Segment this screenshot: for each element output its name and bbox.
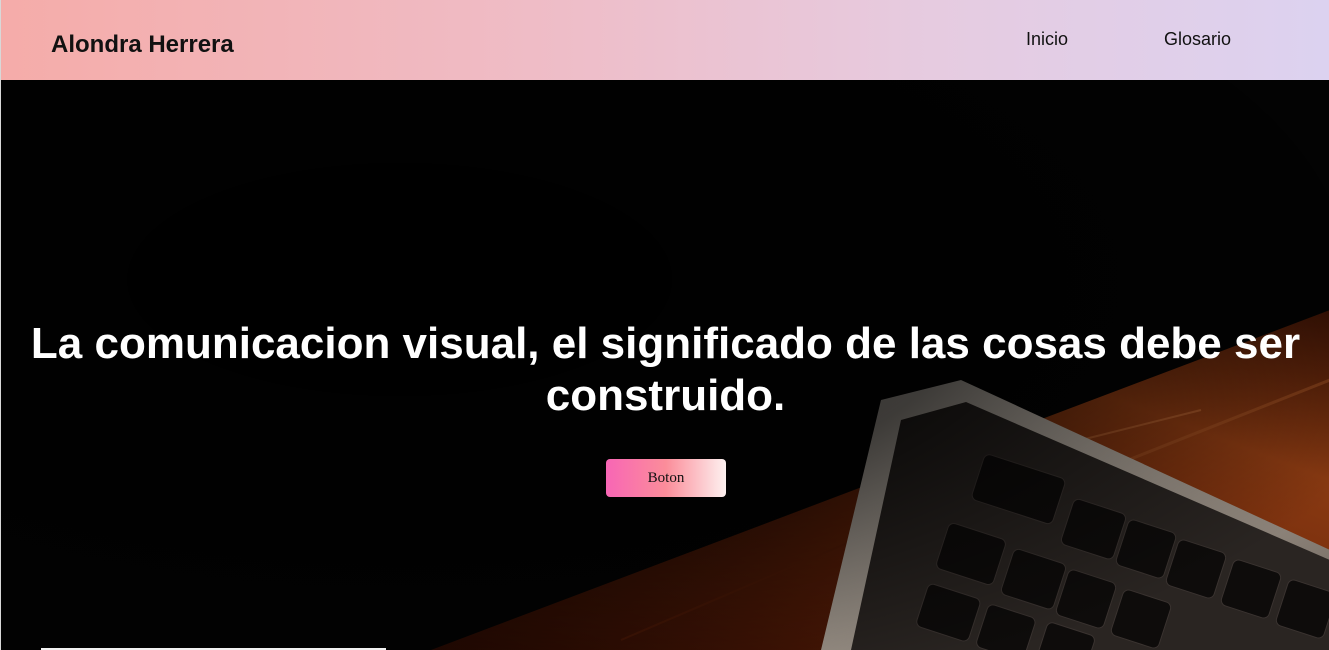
page: Alondra Herrera Inicio Glosario La comun… [0, 0, 1329, 650]
nav-link-inicio[interactable]: Inicio [1026, 28, 1068, 50]
site-header: Alondra Herrera Inicio Glosario [1, 0, 1329, 80]
hero-title: La comunicacion visual, el significado d… [30, 319, 1301, 420]
nav-link-glosario[interactable]: Glosario [1164, 28, 1231, 50]
site-brand[interactable]: Alondra Herrera [51, 30, 234, 60]
hero-section: La comunicacion visual, el significado d… [1, 80, 1329, 650]
hero-cta-button[interactable]: Boton [606, 459, 726, 497]
